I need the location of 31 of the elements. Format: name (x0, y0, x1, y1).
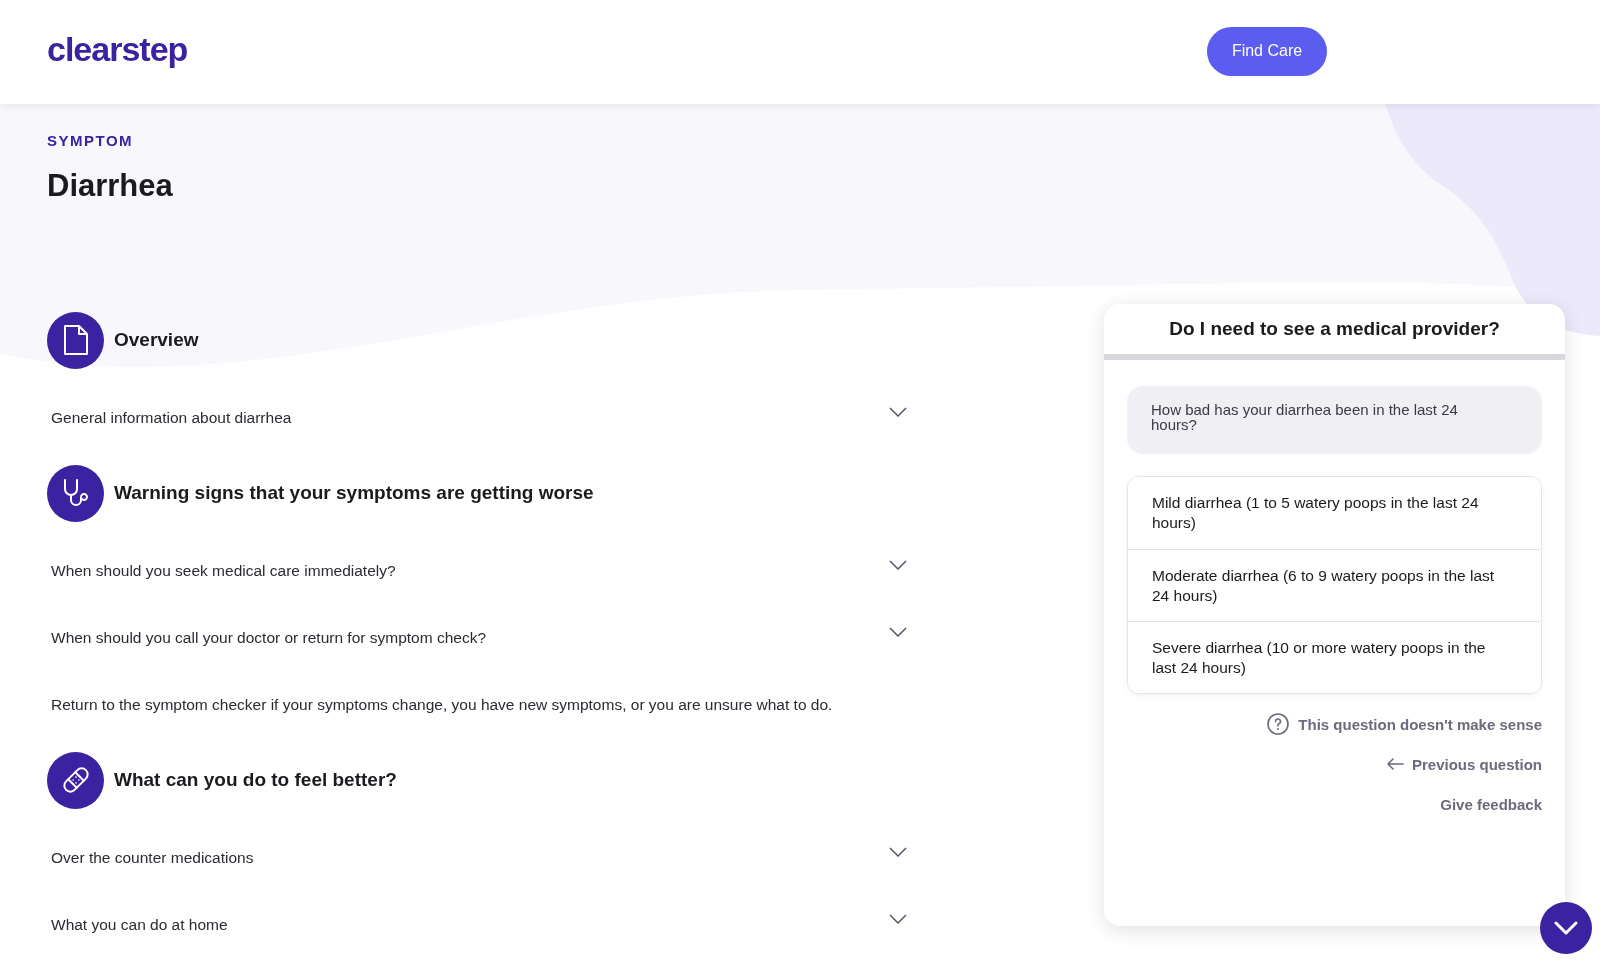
accordion-label: What you can do at home (51, 915, 228, 934)
accordion-item[interactable]: What you can do at home (47, 891, 907, 958)
arrow-left-icon (1385, 757, 1404, 771)
document-icon (62, 325, 89, 355)
section-heading: Warning signs that your symptoms are getting worse (114, 482, 594, 504)
find-care-button[interactable]: Find Care (1207, 26, 1327, 76)
logo[interactable]: clearstep (47, 29, 188, 69)
text-link[interactable]: This question doesn't make sense (1266, 712, 1542, 736)
card-title: Do I need to see a medical provider? (1169, 318, 1500, 340)
section-heading: What can you do to feel better? (114, 769, 397, 791)
section-heading: Overview (114, 329, 199, 351)
accordion-label: When should you call your doctor or return for symptom check? (51, 628, 487, 647)
text-link[interactable]: Previous question (1385, 752, 1542, 776)
accordion-label: Over the counter medications (51, 848, 254, 867)
info-paragraph: Return to the symptom checker if your symptoms change, you have new symptoms, or you are unsure what to do. (50, 694, 834, 715)
accordion-label: When should you seek medical care immediately? (51, 561, 396, 580)
accordion-label: General information about diarrhea (51, 408, 292, 427)
answer-option[interactable]: Moderate diarrhea (6 to 9 watery poops in the last 24 hours) (1128, 549, 1541, 621)
scroll-down-button[interactable] (1540, 902, 1592, 954)
question-bubble: How bad has your diarrhea been in the last 24 hours? (1127, 386, 1542, 454)
answer-option[interactable]: Severe diarrhea (10 or more watery poops in the last 24 hours) (1128, 621, 1541, 693)
accordion-item[interactable]: When should you call your doctor or return for symptom check? (47, 604, 907, 671)
accordion-item[interactable]: Over the counter medications (47, 824, 907, 891)
page-title: Diarrhea (47, 168, 173, 204)
help-icon (1266, 712, 1291, 736)
category-label: SYMPTOM (47, 132, 134, 149)
text-link[interactable]: Give feedback (1440, 792, 1542, 816)
answer-option[interactable]: Mild diarrhea (1 to 5 watery poops in the last 24 hours) (1128, 477, 1541, 549)
accordion-item[interactable]: When should you seek medical care immediately? (47, 537, 907, 604)
chevron-down-icon (1554, 921, 1578, 935)
accordion-item[interactable]: General information about diarrhea (47, 384, 907, 451)
